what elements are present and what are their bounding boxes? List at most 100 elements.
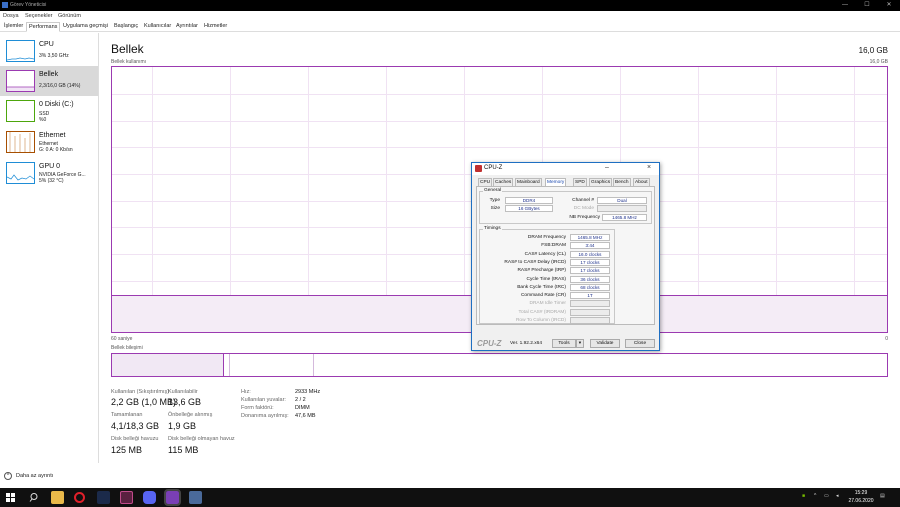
timing-value: 1T (570, 292, 610, 300)
window-title: Görev Yöneticisi (10, 2, 47, 8)
cpuz-titlebar[interactable]: CPU-Z – × (472, 163, 659, 175)
general-group: General Type DDR4 Size 16 GBytes Channel… (479, 188, 652, 224)
cpuz-tab-mainboard[interactable]: Mainboard (515, 178, 542, 186)
cpuz-memory-panel: General Type DDR4 Size 16 GBytes Channel… (476, 186, 655, 325)
channel-value: Dual (597, 197, 647, 204)
cpuz-tab-caches[interactable]: Caches (493, 178, 514, 186)
timing-label: RAS# to CAS# Delay (tRCD) (504, 259, 566, 265)
zero-axis-label: 0 (885, 336, 888, 342)
tab-details[interactable]: Ayrıntılar (174, 23, 200, 29)
tab-processes[interactable]: İşlemler (2, 23, 25, 29)
sidebar-item-sub: G: 0 A: 0 Kb/sn (39, 147, 73, 153)
sidebar-item-ethernet[interactable]: Ethernet Ethernet G: 0 A: 0 Kb/sn (0, 127, 98, 157)
clock-time: 15:29 (854, 490, 868, 496)
disk-thumbnail-graph (6, 100, 35, 122)
cpuz-taskbar-icon[interactable] (164, 489, 181, 506)
sidebar-item-cpu[interactable]: CPU 3% 3,50 GHz (0, 36, 98, 66)
sidebar-item-sub: 3% 3,50 GHz (39, 53, 69, 59)
timing-label: Total CAS# (tRDRAM) (518, 309, 566, 315)
tools-dropdown-button[interactable]: ▾ (576, 339, 584, 348)
usage-max-label: 16,0 GB (869, 59, 888, 65)
timing-value: 3:44 (570, 242, 610, 250)
sidebar-item-title: 0 Diski (C:) (39, 101, 74, 108)
nonpaged-pool-label: Disk belleği olmayan havuz (168, 436, 235, 442)
tab-app-history[interactable]: Uygulama geçmişi (61, 23, 110, 29)
menu-options[interactable]: Seçenekler (25, 13, 53, 19)
timing-label: Row To Column (tRCD) (515, 318, 566, 323)
start-button[interactable] (6, 493, 15, 502)
timings-group: Timings DRAM Frequency 1465.8 MHz FSB:DRAM… (479, 226, 615, 324)
file-explorer-icon[interactable] (51, 491, 64, 504)
nvidia-tray-icon[interactable]: ■ (802, 493, 805, 499)
chevron-up-tray-icon[interactable]: ^ (814, 493, 816, 499)
tab-startup[interactable]: Başlangıç (112, 23, 140, 29)
timing-label: DRAM Idle Timer (529, 301, 566, 307)
sidebar-item-memory[interactable]: Bellek 2,3/16,0 GB (14%) (0, 66, 98, 96)
nonpaged-pool-value: 115 MB (168, 445, 199, 455)
menu-view[interactable]: Görünüm (58, 13, 81, 19)
timing-value: 68 clocks (570, 283, 610, 291)
cpuz-tab-bench[interactable]: Bench (613, 178, 631, 186)
cpuz-tab-graphics[interactable]: Graphics (589, 178, 613, 186)
general-group-label: General (483, 188, 503, 193)
search-icon[interactable] (28, 491, 41, 504)
minimize-button[interactable]: — (834, 0, 856, 11)
ethernet-thumbnail-graph (6, 131, 35, 153)
taskbar-clock[interactable]: 15:29 27.06.2020 (848, 489, 874, 505)
timing-value: 1465.8 MHz (570, 234, 610, 241)
cached-value: 1,9 GB (168, 421, 197, 431)
timing-label: Bank Cycle Time (tRC) (517, 284, 566, 290)
maximize-button[interactable]: ☐ (856, 0, 878, 11)
cpuz-close-button[interactable]: × (644, 164, 654, 171)
network-icon[interactable]: ▭ (824, 493, 829, 499)
composition-in-use (112, 354, 224, 376)
timing-label: DRAM Frequency (527, 235, 566, 240)
cpuz-close-text-button[interactable]: Close (625, 339, 655, 348)
task-manager-taskbar-icon[interactable] (189, 491, 202, 504)
cpuz-app-icon (475, 165, 482, 172)
volume-icon[interactable]: ◂ (836, 493, 839, 499)
app-icon[interactable] (120, 491, 133, 504)
task-manager-icon (2, 2, 8, 8)
sidebar-item-disk[interactable]: 0 Diski (C:) SSD %0 (0, 96, 98, 126)
menu-file[interactable]: Dosya (3, 13, 19, 19)
timings-group-label: Timings (483, 226, 502, 231)
sidebar-item-gpu[interactable]: GPU 0 NVIDIA GeForce G... 5% (32 °C) (0, 158, 98, 188)
spec-key: Hız: (241, 389, 251, 395)
spec-value: 47,6 MB (295, 413, 316, 419)
tab-users[interactable]: Kullanıcılar (142, 23, 173, 29)
cpuz-logo: CPU-Z (477, 339, 502, 348)
tab-performance[interactable]: Performans (26, 22, 61, 32)
cpuz-tab-about[interactable]: About (633, 178, 650, 186)
tab-services[interactable]: Hizmetler (202, 23, 229, 29)
close-button[interactable]: ✕ (878, 0, 900, 11)
timing-label: Cycle Time (tRAS) (526, 276, 566, 282)
discord-icon[interactable] (143, 491, 156, 504)
timing-value: 36 clocks (570, 275, 610, 283)
notification-icon[interactable]: ▤ (880, 493, 885, 499)
cpuz-tab-spd[interactable]: SPD (573, 178, 587, 186)
committed-label: Tamamlanan (111, 412, 143, 418)
tools-button[interactable]: Tools (552, 339, 576, 348)
nb-frequency-label: NB Frequency (569, 215, 600, 220)
cpuz-tab-memory[interactable]: Memory (545, 178, 567, 186)
type-value: DDR4 (505, 197, 553, 204)
timing-label: Command Rate (CR) (520, 293, 566, 299)
tab-bar: İşlemler Performans Uygulama geçmişi Baş… (0, 21, 900, 32)
sidebar-item-title: CPU (39, 41, 54, 48)
time-axis-label: 60 saniye (111, 336, 133, 342)
spec-value: DIMM (295, 405, 310, 411)
sidebar-item-sub: 5% (32 °C) (39, 178, 64, 184)
cpuz-tab-cpu[interactable]: CPU (478, 178, 493, 186)
taskbar: ■ ^ ▭ ◂ 15:29 27.06.2020 ▤ (0, 488, 900, 507)
cpuz-minimize-button[interactable]: – (602, 164, 612, 171)
spec-value: 2 / 2 (295, 397, 306, 403)
fewer-details-link[interactable]: ^ Daha az ayrıntı (4, 472, 53, 480)
steam-icon[interactable] (97, 491, 110, 504)
sidebar-item-title: GPU 0 (39, 163, 61, 170)
validate-button[interactable]: Validate (590, 339, 620, 348)
cpu-thumbnail-graph (6, 40, 35, 62)
gpu-thumbnail-graph (6, 162, 35, 184)
opera-browser-icon[interactable] (74, 492, 85, 503)
composition-label: Bellek bileşimi (111, 345, 143, 351)
